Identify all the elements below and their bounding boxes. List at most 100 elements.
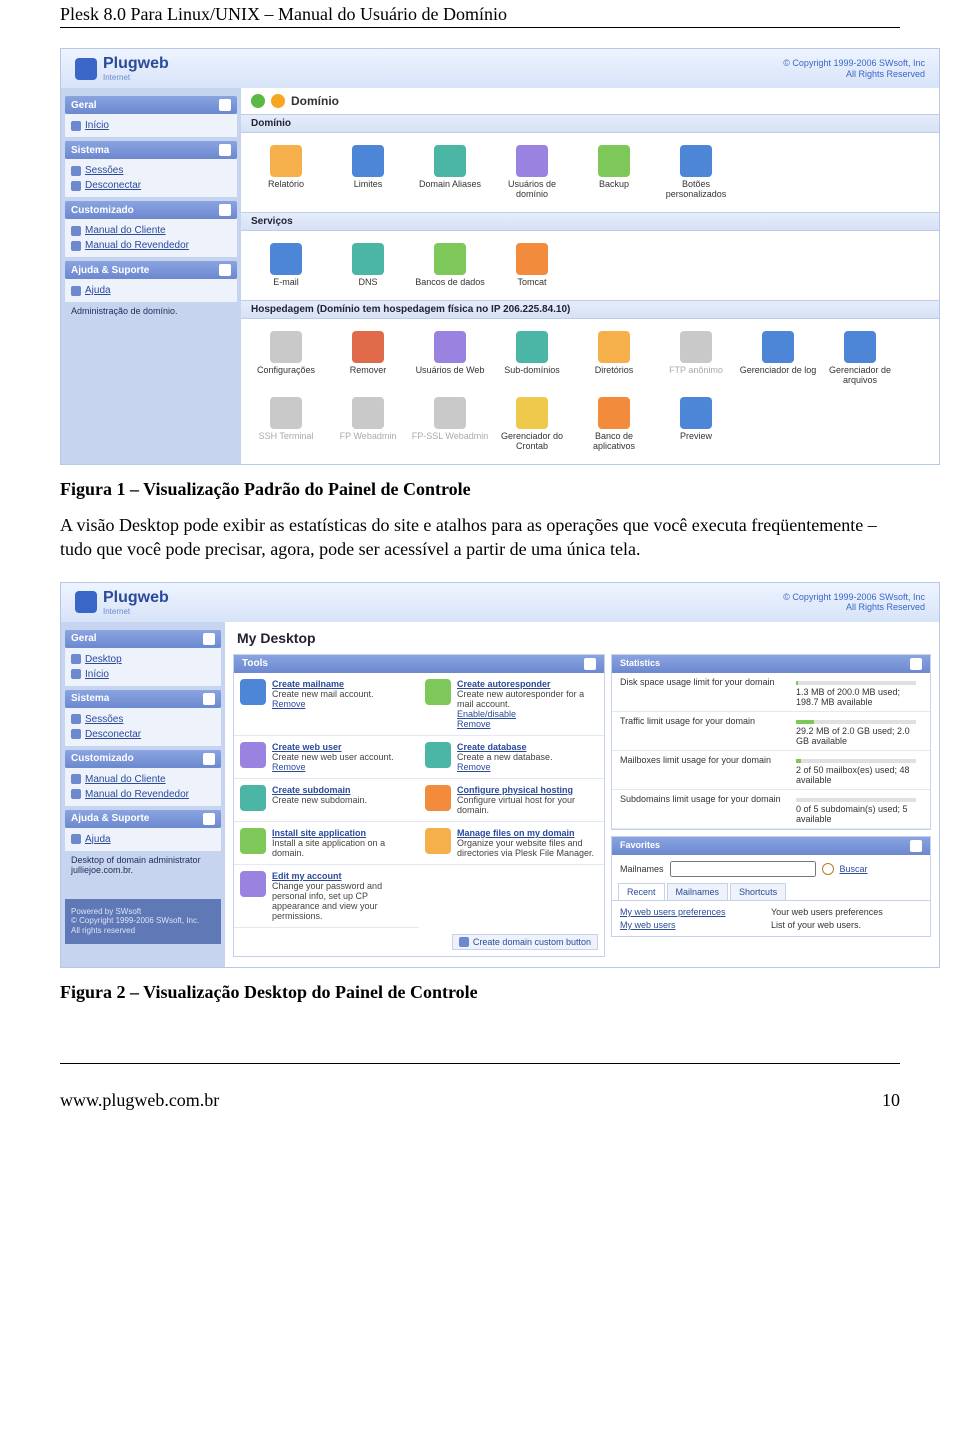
status-ok-icon — [251, 94, 265, 108]
figure-2-screenshot: PlugwebInternet © Copyright 1999-2006 SW… — [60, 582, 940, 968]
sidebar: Geral Início Sistema Sessões Desconectar… — [61, 88, 241, 464]
tool-create-mailname[interactable]: Create mailnameCreate new mail account.R… — [234, 673, 419, 736]
btn-email[interactable]: E-mail — [247, 239, 325, 292]
sidebar-cat-customizado[interactable]: Customizado — [65, 201, 237, 219]
sidebar-item-sessoes[interactable]: Sessões — [71, 712, 215, 727]
tool-configure-hosting[interactable]: Configure physical hostingConfigure virt… — [419, 779, 604, 822]
btn-ftp-anonimo[interactable]: FTP anônimo — [657, 327, 735, 390]
btn-usuarios-dominio[interactable]: Usuários de domínio — [493, 141, 571, 204]
plus-icon — [459, 937, 469, 947]
sidebar-item-ajuda[interactable]: Ajuda — [71, 283, 231, 298]
footer-url: www.plugweb.com.br — [60, 1090, 219, 1111]
sidebar-item-sessoes[interactable]: Sessões — [71, 163, 231, 178]
tool-create-webuser[interactable]: Create web userCreate new web user accou… — [234, 736, 419, 779]
mail-add-icon — [240, 679, 266, 705]
sidebar-item-manual-revendedor[interactable]: Manual do Revendedor — [71, 238, 231, 253]
sidebar-cat-customizado[interactable]: Customizado — [65, 750, 221, 768]
btn-botoes-personalizados[interactable]: Botões personalizados — [657, 141, 735, 204]
search-icon — [822, 863, 834, 875]
chevron-icon — [219, 99, 231, 111]
aliases-icon — [434, 145, 466, 177]
btn-backup[interactable]: Backup — [575, 141, 653, 204]
tool-create-autoresponder[interactable]: Create autoresponderCreate new autorespo… — [419, 673, 604, 736]
brand-logo: PlugwebInternet — [75, 55, 169, 82]
fav-search-input[interactable] — [670, 861, 816, 877]
btn-crontab[interactable]: Gerenciador do Crontab — [493, 393, 571, 456]
btn-bancos-dados[interactable]: Bancos de dados — [411, 239, 489, 292]
section-hospedagem: Hospedagem (Domínio tem hospedagem físic… — [241, 300, 939, 319]
tab-recent[interactable]: Recent — [618, 883, 665, 900]
tool-create-database[interactable]: Create databaseCreate a new database.Rem… — [419, 736, 604, 779]
sidebar-item-inicio[interactable]: Início — [71, 118, 231, 133]
sidebar-cat-geral[interactable]: Geral — [65, 96, 237, 114]
custom-buttons-icon — [680, 145, 712, 177]
hosting-icon — [425, 785, 451, 811]
page-number: 10 — [882, 1090, 900, 1111]
mail-icon — [270, 243, 302, 275]
help-icon — [71, 286, 81, 296]
body-paragraph: A visão Desktop pode exibir as estatísti… — [60, 514, 900, 562]
home-icon — [71, 669, 81, 679]
create-custom-button[interactable]: Create domain custom button — [452, 934, 598, 950]
users-icon — [516, 145, 548, 177]
tool-manage-files[interactable]: Manage files on my domainOrganize your w… — [419, 822, 604, 865]
tab-mailnames[interactable]: Mailnames — [667, 883, 729, 900]
progress-bar — [796, 681, 916, 685]
btn-fp-webadmin[interactable]: FP Webadmin — [329, 393, 407, 456]
sidebar-help-text: Administração de domínio. — [65, 302, 237, 320]
hospedagem-icons: Configurações Remover Usuários de Web Su… — [241, 319, 939, 465]
btn-tomcat[interactable]: Tomcat — [493, 239, 571, 292]
chevron-icon[interactable] — [910, 658, 922, 670]
sidebar-item-inicio[interactable]: Início — [71, 667, 215, 682]
fpssl-icon — [434, 397, 466, 429]
desktop-icon — [71, 654, 81, 664]
btn-fpssl-webadmin[interactable]: FP-SSL Webadmin — [411, 393, 489, 456]
btn-preview[interactable]: Preview — [657, 393, 735, 456]
sidebar-cat-ajuda[interactable]: Ajuda & Suporte — [65, 810, 221, 828]
sidebar-cat-sistema[interactable]: Sistema — [65, 690, 221, 708]
tool-edit-account[interactable]: Edit my accountChange your password and … — [234, 865, 419, 928]
tool-create-subdomain[interactable]: Create subdomainCreate new subdomain. — [234, 779, 419, 822]
report-icon — [270, 145, 302, 177]
figure-1-screenshot: PlugwebInternet © Copyright 1999-2006 SW… — [60, 48, 940, 465]
sidebar-item-desconectar[interactable]: Desconectar — [71, 178, 231, 193]
tool-install-app[interactable]: Install site applicationInstall a site a… — [234, 822, 419, 865]
btn-ssh-terminal[interactable]: SSH Terminal — [247, 393, 325, 456]
sidebar-item-manual-cliente[interactable]: Manual do Cliente — [71, 223, 231, 238]
fav-search-link[interactable]: Buscar — [840, 864, 868, 874]
stats-title: Statistics — [620, 658, 660, 670]
sidebar-item-manual-cliente[interactable]: Manual do Cliente — [71, 772, 215, 787]
btn-subdominios[interactable]: Sub-domínios — [493, 327, 571, 390]
tools-title: Tools — [242, 658, 268, 670]
sidebar-cat-sistema[interactable]: Sistema — [65, 141, 237, 159]
btn-banco-aplicativos[interactable]: Banco de aplicativos — [575, 393, 653, 456]
chevron-icon[interactable] — [910, 840, 922, 852]
btn-dns[interactable]: DNS — [329, 239, 407, 292]
progress-bar — [796, 759, 916, 763]
btn-configuracoes[interactable]: Configurações — [247, 327, 325, 390]
btn-gerenciador-log[interactable]: Gerenciador de log — [739, 327, 817, 390]
sidebar-cat-ajuda[interactable]: Ajuda & Suporte — [65, 261, 237, 279]
sidebar-item-ajuda[interactable]: Ajuda — [71, 832, 215, 847]
sidebar-item-manual-revendedor[interactable]: Manual do Revendedor — [71, 787, 215, 802]
btn-gerenciador-arquivos[interactable]: Gerenciador de arquivos — [821, 327, 899, 390]
chevron-icon — [203, 753, 215, 765]
btn-diretorios[interactable]: Diretórios — [575, 327, 653, 390]
sidebar-item-desktop[interactable]: Desktop — [71, 652, 215, 667]
fav-link[interactable]: My web users — [620, 920, 771, 930]
help-icon — [71, 834, 81, 844]
btn-limites[interactable]: Limites — [329, 141, 407, 204]
settings-icon — [270, 331, 302, 363]
chevron-icon[interactable] — [584, 658, 596, 670]
sidebar-item-desconectar[interactable]: Desconectar — [71, 727, 215, 742]
btn-domain-aliases[interactable]: Domain Aliases — [411, 141, 489, 204]
tab-shortcuts[interactable]: Shortcuts — [730, 883, 786, 900]
fav-link[interactable]: My web users preferences — [620, 907, 771, 917]
brand-icon — [75, 58, 97, 80]
log-icon — [762, 331, 794, 363]
btn-relatorio[interactable]: Relatório — [247, 141, 325, 204]
btn-usuarios-web[interactable]: Usuários de Web — [411, 327, 489, 390]
copyright-text: © Copyright 1999-2006 SWsoft, IncAll Rig… — [783, 592, 925, 613]
btn-remover[interactable]: Remover — [329, 327, 407, 390]
sidebar-cat-geral[interactable]: Geral — [65, 630, 221, 648]
